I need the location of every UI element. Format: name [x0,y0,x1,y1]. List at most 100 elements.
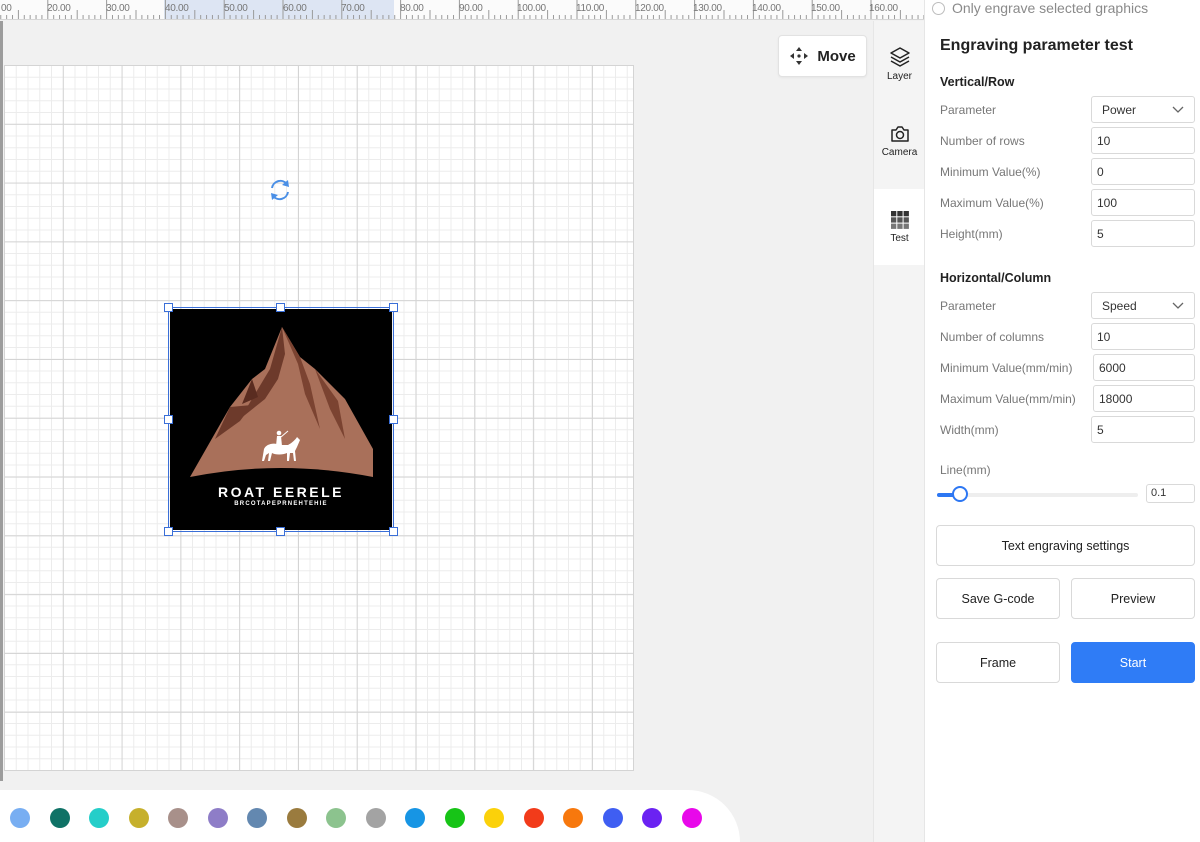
rail-item-layer[interactable]: Layer [874,26,925,102]
color-swatch[interactable] [10,808,30,828]
chevron-down-icon [1172,302,1184,309]
resize-handle-top-right[interactable] [389,303,398,312]
test-grid-cell [903,223,909,229]
ruler-label: 60.00 [283,3,307,14]
color-swatch[interactable] [444,808,465,828]
height-input[interactable]: 5 [1091,220,1195,247]
width-input[interactable]: 5 [1091,416,1195,443]
move-button[interactable]: Move [778,35,867,77]
test-grid-cell [896,217,903,223]
logo-title: ROAT EERELE [217,484,345,500]
vertical-max-label: Maximum Value(%) [940,196,1044,210]
columns-label: Number of columns [940,330,1045,344]
color-swatch[interactable] [405,808,425,828]
frame-button[interactable]: Frame [936,642,1060,683]
columns-input[interactable]: 10 [1091,323,1195,350]
canvas-area[interactable]: Move ROAT EERELE BRCOTAPEPRNEHTEHIE [0,21,873,842]
rail-item-camera[interactable]: Camera [874,103,925,179]
resize-handle-bottom[interactable] [276,527,285,536]
horizontal-max-label: Maximum Value(mm/min) [940,392,1076,406]
line-slider-thumb[interactable] [952,486,968,502]
color-swatch[interactable] [563,808,583,828]
color-swatch[interactable] [128,808,149,828]
color-swatch[interactable] [247,808,267,828]
mountain-logo-image: ROAT EERELE BRCOTAPEPRNEHTEHIE [170,309,392,530]
resize-handle-top[interactable] [276,303,285,312]
ruler-label: 140.00 [752,3,781,14]
move-button-label: Move [817,47,856,65]
ruler-label: 80.00 [400,3,424,14]
color-swatch[interactable] [286,808,307,828]
resize-handle-left[interactable] [164,415,173,424]
vertical-max-input[interactable]: 100 [1091,189,1195,216]
parameter-panel: Only engrave selected graphics Engraving… [924,0,1200,842]
color-swatch[interactable] [89,808,109,828]
start-button[interactable]: Start [1071,642,1195,683]
color-swatch[interactable] [523,808,544,828]
color-swatch[interactable] [681,808,702,828]
color-swatch[interactable] [602,808,623,828]
laser-engraver-app: 00 20.00 30.00 40.00 50.00 60.00 70.00 8… [0,0,1200,842]
test-grid-cell [896,223,903,229]
radio-button[interactable] [932,1,945,15]
preview-button[interactable]: Preview [1071,578,1195,619]
color-palette [0,790,740,842]
resize-handle-right[interactable] [389,415,398,424]
width-label: Width(mm) [940,423,999,437]
top-ruler: 00 20.00 30.00 40.00 50.00 60.00 70.00 8… [0,0,924,20]
only-engrave-selected-option[interactable]: Only engrave selected graphics [932,0,1148,16]
horizontal-parameter-select[interactable]: Speed [1091,292,1195,319]
resize-handle-top-left[interactable] [164,303,173,312]
rail-item-test[interactable]: Test [874,189,925,265]
test-grid-cell [890,211,896,217]
resize-handle-bottom-right[interactable] [389,527,398,536]
ruler-label: 150.00 [811,3,840,14]
resize-handle-bottom-left[interactable] [164,527,173,536]
vertical-parameter-label: Parameter [940,103,997,117]
test-grid-cell [890,217,896,223]
save-gcode-button[interactable]: Save G-code [936,578,1060,619]
canvas-left-border [0,21,3,781]
color-swatch[interactable] [207,808,228,828]
ruler-label: 90.00 [459,3,483,14]
ruler-label: 70.00 [341,3,365,14]
text-engraving-settings-button[interactable]: Text engraving settings [936,525,1195,566]
selected-graphic[interactable]: ROAT EERELE BRCOTAPEPRNEHTEHIE [164,303,398,536]
horizontal-min-input[interactable]: 6000 [1093,354,1195,381]
color-swatch[interactable] [49,808,70,828]
line-value-input[interactable]: 0.1 [1146,484,1195,503]
horizontal-parameter-label: Parameter [940,299,997,313]
logo-subtitle: BRCOTAPEPRNEHTEHIE [234,501,328,507]
vertical-parameter-value: Power [1102,102,1137,117]
horizontal-max-input[interactable]: 18000 [1093,385,1195,412]
rows-label: Number of rows [940,134,1025,148]
vertical-parameter-select[interactable]: Power [1091,96,1195,123]
ruler-label: 100.00 [517,3,546,14]
ruler-label: 50.00 [224,3,248,14]
layers-icon [889,47,910,67]
rotate-icon[interactable] [267,177,293,203]
color-swatch[interactable] [484,808,504,828]
color-swatch[interactable] [365,808,386,828]
rows-input[interactable]: 10 [1091,127,1195,154]
test-grid-cell [903,217,909,223]
ruler-label: 130.00 [693,3,722,14]
vertical-min-input[interactable]: 0 [1091,158,1195,185]
test-grid-icon [890,211,909,229]
ruler-label: 40.00 [165,3,189,14]
rail-item-label: Camera [881,147,918,158]
color-swatch[interactable] [168,808,188,828]
tool-rail: Layer Camera Test [873,21,925,842]
ruler-label: 20.00 [47,3,71,14]
test-grid-cell [890,223,896,229]
rail-item-label: Layer [886,71,912,82]
ruler-label: 120.00 [635,3,664,14]
move-arrows-icon [790,47,809,65]
horizontal-column-heading: Horizontal/Column [940,271,1052,285]
line-label: Line(mm) [940,463,991,477]
color-swatch[interactable] [326,808,346,828]
horizontal-min-label: Minimum Value(mm/min) [940,361,1073,375]
vertical-row-heading: Vertical/Row [940,75,1015,89]
panel-title: Engraving parameter test [940,37,1133,54]
color-swatch[interactable] [642,808,662,828]
